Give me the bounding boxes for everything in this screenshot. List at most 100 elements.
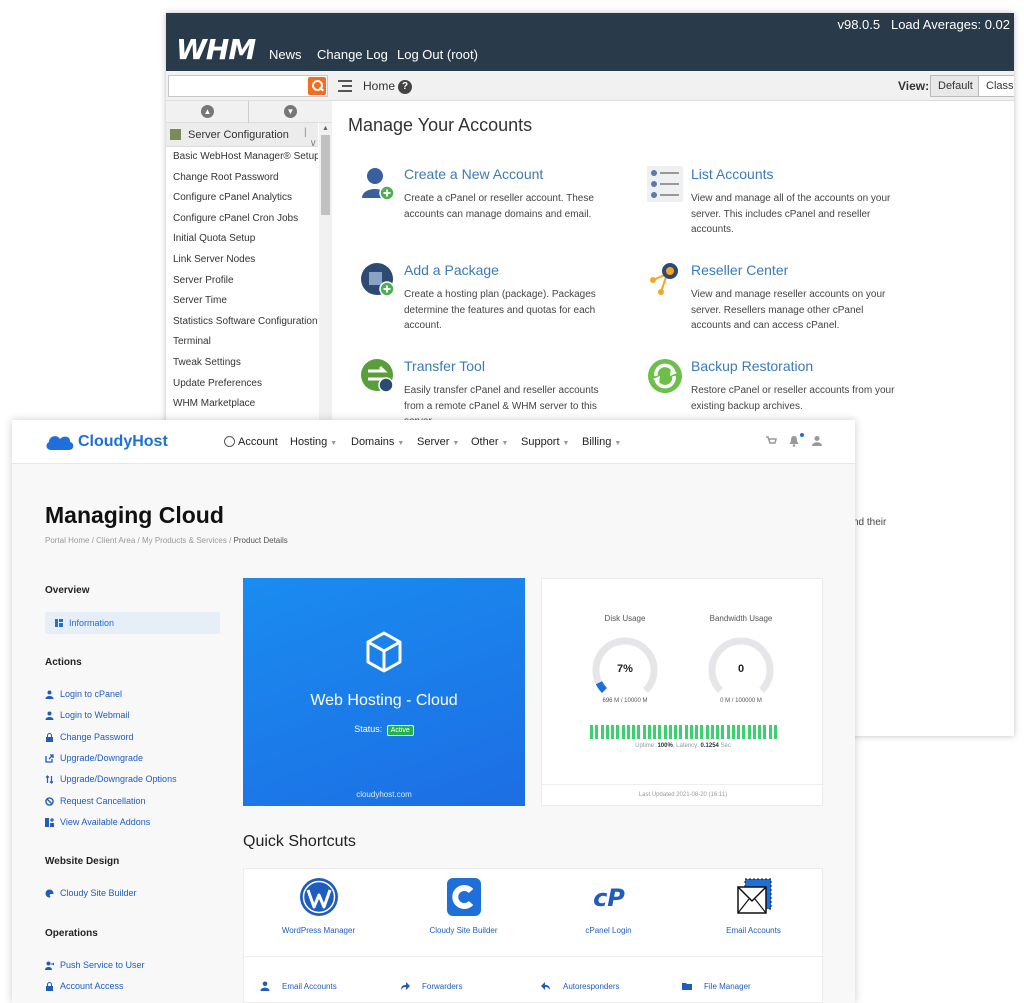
scrollbar-thumb[interactable]	[321, 135, 330, 215]
bell-icon[interactable]	[788, 435, 800, 447]
palette-icon	[45, 889, 54, 898]
sidebar-item[interactable]: Statistics Software Configuration	[166, 312, 318, 333]
nav-label: Domains	[351, 436, 395, 448]
nav-support[interactable]: Support ▼	[521, 436, 569, 448]
sidebar-section-label: Server Configuration	[188, 129, 289, 141]
nav-other[interactable]: Other ▼	[471, 436, 508, 448]
sidebar-item[interactable]: Terminal	[166, 332, 318, 353]
screenshot-root: WHM News Change Log Log Out (root) v98.0…	[0, 0, 1024, 1003]
breadcrumb: Portal Home / Client Area / My Products …	[45, 536, 288, 545]
uptime-segment	[747, 725, 751, 739]
sidebar-item[interactable]: Configure cPanel Analytics	[166, 188, 318, 209]
divider	[542, 784, 824, 785]
nav-label: Account	[238, 436, 278, 448]
arrow-down-icon[interactable]: ▼	[284, 105, 297, 118]
arrow-up-icon[interactable]: ▲	[201, 105, 214, 118]
view-default-button[interactable]: Default	[930, 75, 981, 97]
search-icon[interactable]	[308, 77, 326, 95]
uptime-segment	[647, 725, 651, 739]
user-icon	[45, 711, 54, 720]
link-label: Forwarders	[422, 982, 463, 991]
add-user-icon[interactable]	[360, 166, 396, 202]
quick-shortcuts-panel: WordPress Manager Cloudy Site Builder cP…	[243, 868, 824, 1003]
uptime-segment	[590, 725, 593, 739]
sidebar-section-server-configuration[interactable]: Server Configuration | ∨	[166, 123, 318, 149]
cart-icon[interactable]	[765, 435, 777, 447]
card-title[interactable]: Create a New Account	[404, 166, 543, 182]
sidebar-item[interactable]: Tweak Settings	[166, 353, 318, 374]
uptime-segment	[658, 725, 662, 739]
divider	[248, 101, 249, 123]
breadcrumb-products[interactable]: My Products & Services	[142, 536, 227, 545]
help-icon[interactable]: ?	[398, 80, 412, 94]
breadcrumb-client-area[interactable]: Client Area	[96, 536, 135, 545]
whm-search-input[interactable]	[168, 75, 328, 97]
reseller-icon[interactable]	[647, 262, 683, 298]
view-classic-button[interactable]: Classic	[978, 75, 1014, 97]
uptime-segment	[710, 725, 714, 739]
sidebar-item[interactable]: Update Preferences	[166, 374, 318, 395]
card-title[interactable]: Reseller Center	[691, 262, 788, 278]
sidebar-item[interactable]: Server Profile	[166, 271, 318, 292]
chevron-down-icon[interactable]: | ∨	[304, 127, 318, 149]
info-grid-icon	[55, 619, 63, 627]
shortcut-label: Cloudy Site Builder	[429, 926, 498, 935]
nav-account[interactable]: Account	[224, 436, 278, 448]
package-icon[interactable]	[360, 262, 396, 298]
nav-logout[interactable]: Log Out (root)	[397, 47, 478, 62]
folder-icon	[682, 983, 692, 990]
sidebar-item-information[interactable]: Information	[45, 612, 220, 634]
action-label: Login to Webmail	[60, 710, 130, 720]
latency-unit: Sec	[720, 743, 731, 749]
whm-logo[interactable]: WHM	[176, 33, 256, 66]
sidebar-item[interactable]: Configure cPanel Cron Jobs	[166, 209, 318, 230]
breadcrumb-portal-home[interactable]: Portal Home	[45, 536, 89, 545]
nav-label: Billing	[582, 436, 612, 448]
uptime-segment	[668, 725, 672, 739]
nav-billing[interactable]: Billing ▼	[582, 436, 621, 448]
breadcrumb-separator: /	[135, 536, 142, 545]
server-config-icon	[170, 129, 181, 140]
partial-description: nd their	[853, 517, 887, 528]
site-builder-icon	[447, 878, 481, 916]
sidebar-item[interactable]: Link Server Nodes	[166, 250, 318, 271]
card-title[interactable]: Backup Restoration	[691, 358, 813, 374]
nav-news[interactable]: News	[269, 47, 302, 62]
cloud-logo-icon[interactable]	[45, 433, 75, 451]
nav-change-log[interactable]: Change Log	[317, 47, 388, 62]
uptime-segment	[705, 725, 709, 739]
brand-name[interactable]: CloudyHost	[78, 433, 168, 451]
action-label: Change Password	[60, 732, 134, 742]
action-label: Request Cancellation	[60, 796, 146, 806]
uptime-bar	[590, 725, 779, 739]
list-icon[interactable]	[647, 166, 683, 202]
chevron-down-icon: ▼	[501, 440, 509, 447]
uptime-segment	[721, 725, 725, 739]
user-icon[interactable]	[811, 435, 823, 447]
design-label: Cloudy Site Builder	[60, 888, 137, 898]
sidebar-item[interactable]: WHM Marketplace	[166, 394, 318, 415]
card-title[interactable]: Transfer Tool	[404, 358, 485, 374]
action-label: View Available Addons	[60, 817, 151, 827]
nav-hosting[interactable]: Hosting ▼	[290, 436, 337, 448]
card-title[interactable]: Add a Package	[404, 262, 499, 278]
nav-domains[interactable]: Domains ▼	[351, 436, 404, 448]
section-actions: Actions	[45, 657, 82, 668]
restore-icon[interactable]	[647, 358, 683, 394]
uptime-segment	[642, 725, 646, 739]
product-domain[interactable]: cloudyhost.com	[243, 790, 525, 799]
shortcut-label: Email Accounts	[726, 926, 781, 935]
transfer-icon[interactable]	[360, 358, 396, 394]
latency-value: 0.1254	[700, 743, 719, 749]
nav-server[interactable]: Server ▼	[417, 436, 459, 448]
card-title[interactable]: List Accounts	[691, 166, 774, 182]
sidebar-item[interactable]: Basic WebHost Manager® Setup	[166, 147, 318, 168]
collapse-menu-icon[interactable]	[338, 80, 352, 92]
uptime-segment	[600, 725, 604, 739]
sidebar-item[interactable]: Initial Quota Setup	[166, 229, 318, 250]
scroll-up-icon[interactable]: ▲	[322, 125, 329, 132]
breadcrumb-home[interactable]: Home	[363, 79, 395, 93]
sidebar-item[interactable]: Server Time	[166, 291, 318, 312]
notification-dot	[800, 433, 804, 437]
sidebar-item[interactable]: Change Root Password	[166, 168, 318, 189]
